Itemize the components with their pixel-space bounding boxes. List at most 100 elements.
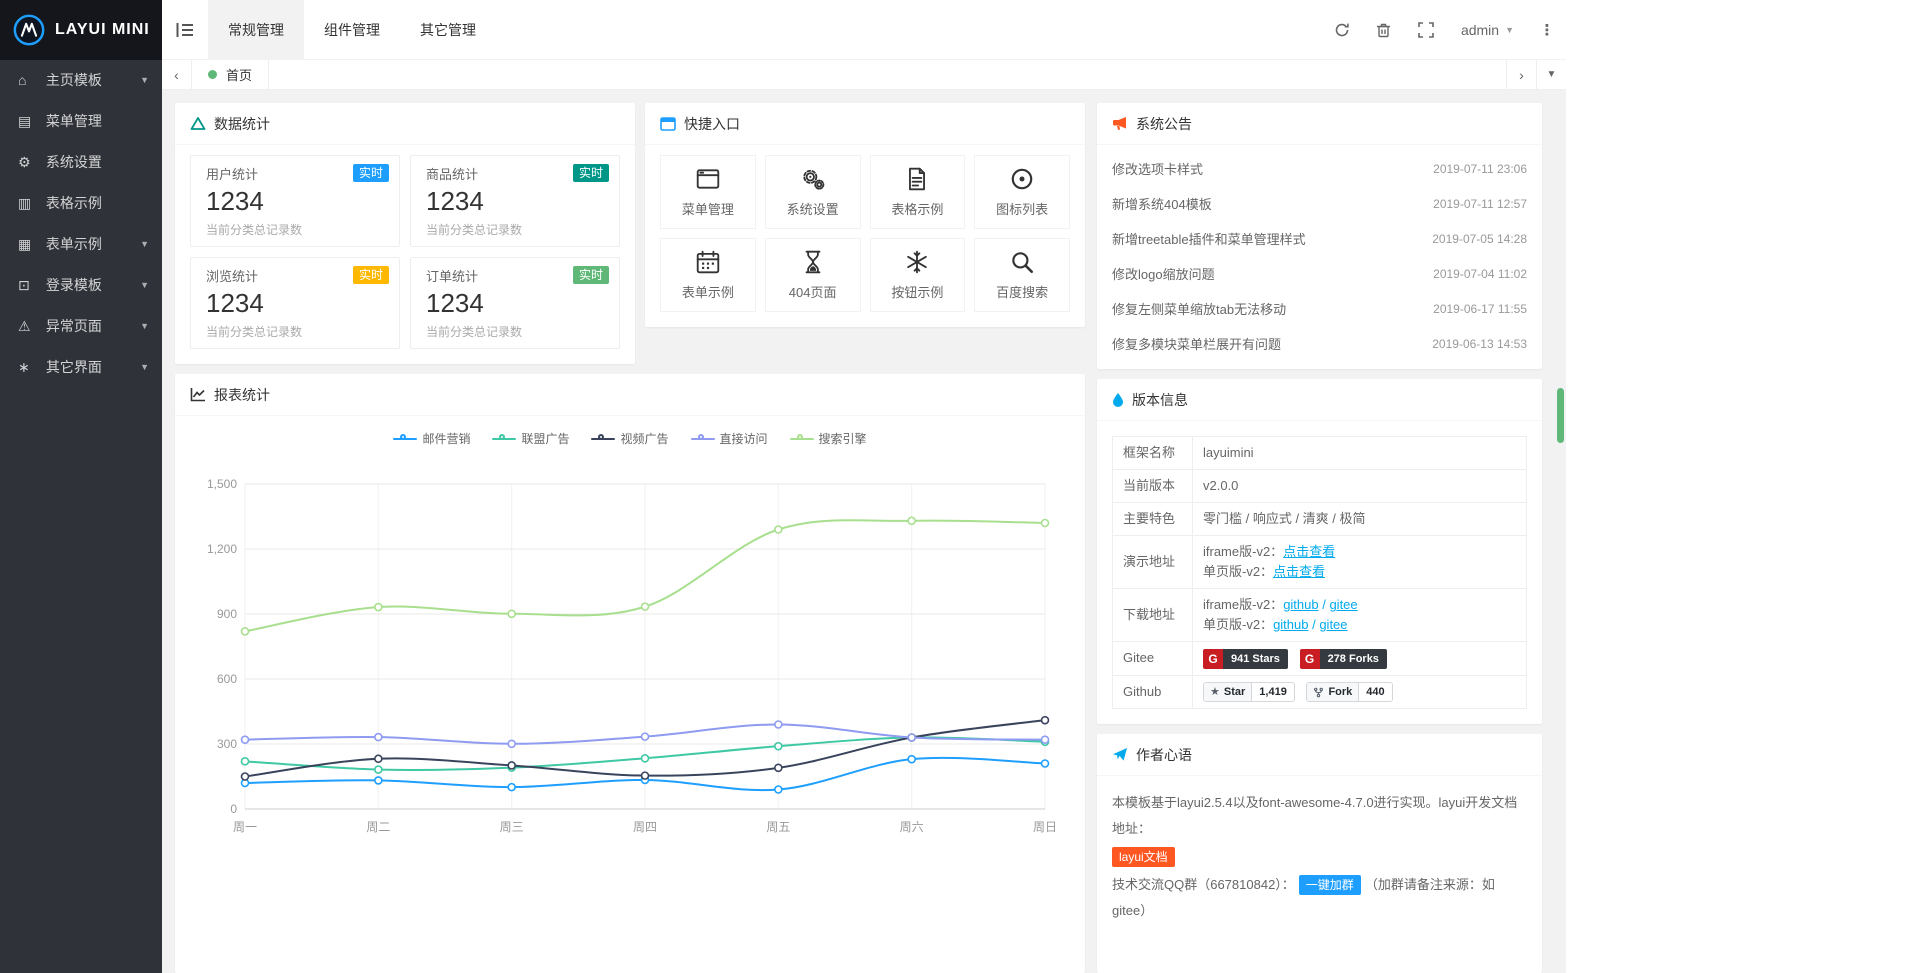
header-actions: admin ▼ ⋮ [1321, 0, 1566, 59]
svg-text:周五: 周五 [766, 820, 790, 834]
user-menu[interactable]: admin ▼ [1447, 0, 1528, 59]
stat-box-orders[interactable]: 订单统计 1234 当前分类总记录数 实时 [410, 257, 620, 349]
fullscreen-button[interactable] [1405, 0, 1447, 59]
stat-value: 1234 [206, 186, 384, 217]
more-menu-button[interactable]: ⋮ [1528, 0, 1566, 59]
card-title: 版本信息 [1132, 390, 1188, 410]
announcement-item[interactable]: 修改logo缩放问题 2019-07-04 11:02 [1112, 256, 1527, 291]
download-iframe-github-link[interactable]: github [1283, 597, 1318, 612]
sidebar-item-menu-management[interactable]: ▤ 菜单管理 [0, 101, 162, 142]
stat-box-products[interactable]: 商品统计 1234 当前分类总记录数 实时 [410, 155, 620, 247]
announcement-item[interactable]: 修复左侧菜单缩放tab无法移动 2019-06-17 11:55 [1112, 291, 1527, 326]
sidebar-item-system-settings[interactable]: ⚙ 系统设置 [0, 142, 162, 183]
top-row: 数据统计 用户统计 1234 当前分类总记录数 实时 商品统计 1234 当前分… [175, 103, 1085, 364]
sidebar-toggle-button[interactable] [162, 0, 208, 59]
header-tab-regular[interactable]: 常规管理 [208, 0, 304, 59]
header-tab-other[interactable]: 其它管理 [400, 0, 496, 59]
stat-box-views[interactable]: 浏览统计 1234 当前分类总记录数 实时 [190, 257, 400, 349]
version-table-wrap: 框架名称 layuimini 当前版本 v2.0.0 主要特色 零门槛 / 响应… [1097, 421, 1542, 724]
github-star-badge[interactable]: ★Star 1,419 [1203, 682, 1295, 702]
tabs-menu-button[interactable]: ▼ [1536, 60, 1566, 89]
quick-entry-form[interactable]: 表单示例 [660, 238, 756, 312]
svg-text:周六: 周六 [900, 820, 924, 834]
hourglass-icon [800, 249, 826, 275]
svg-text:600: 600 [217, 672, 237, 686]
github-star-count: 1,419 [1252, 683, 1294, 701]
demo-line2-prefix: 单页版-v2： [1203, 564, 1273, 579]
framework-name-value: layuimini [1193, 437, 1527, 470]
scrollbar-thumb[interactable] [1557, 388, 1564, 443]
scrollbar-track[interactable] [1557, 90, 1565, 973]
quick-grid: 菜单管理 系统设置 [645, 145, 1085, 327]
quick-entry-404[interactable]: 404页面 [765, 238, 861, 312]
tabs-scroll-left-button[interactable]: ‹ [162, 60, 192, 89]
stat-box-users[interactable]: 用户统计 1234 当前分类总记录数 实时 [190, 155, 400, 247]
layui-docs-badge[interactable]: layui文档 [1112, 847, 1175, 867]
legend-label: 视频广告 [620, 430, 668, 447]
quick-entry-buttons[interactable]: 按钮示例 [870, 238, 966, 312]
search-icon [1009, 249, 1035, 275]
table-row: Gitee G 941 Stars G 278 Forks [1113, 642, 1527, 676]
download-iframe-gitee-link[interactable]: gitee [1329, 597, 1357, 612]
gitee-logo: G [1300, 649, 1320, 669]
sidebar-item-error-pages[interactable]: ⚠ 异常页面 ▼ [0, 306, 162, 347]
quick-entry-menu[interactable]: 菜单管理 [660, 155, 756, 229]
logo[interactable]: LAYUI MINI [0, 0, 162, 60]
clear-cache-button[interactable] [1363, 0, 1405, 59]
demo-iframe-link[interactable]: 点击查看 [1283, 544, 1335, 559]
legend-item-affiliate[interactable]: 联盟广告 [492, 430, 569, 447]
gitee-stars-badge[interactable]: G 941 Stars [1203, 649, 1288, 669]
sidebar-item-home-template[interactable]: ⌂ 主页模板 ▼ [0, 60, 162, 101]
announcement-text: 修改选项卡样式 [1112, 159, 1203, 178]
sidebar-item-table-example[interactable]: ▥ 表格示例 [0, 183, 162, 224]
row-label: Github [1113, 675, 1193, 709]
stats-card: 数据统计 用户统计 1234 当前分类总记录数 实时 商品统计 1234 当前分… [175, 103, 635, 364]
refresh-button[interactable] [1321, 0, 1363, 59]
download-spa-g itee-link[interactable]: gitee [1319, 617, 1347, 632]
quick-label: 菜单管理 [682, 199, 734, 218]
announcement-item[interactable]: 新增系统404模板 2019-07-11 12:57 [1112, 186, 1527, 221]
quick-entry-table[interactable]: 表格示例 [870, 155, 966, 229]
droplet-icon [1112, 392, 1124, 407]
quick-entry-baidu-search[interactable]: 百度搜索 [974, 238, 1070, 312]
legend-label: 搜索引擎 [819, 430, 867, 447]
svg-text:0: 0 [230, 802, 237, 816]
quick-entry-settings[interactable]: 系统设置 [765, 155, 861, 229]
card-title: 系统公告 [1136, 114, 1192, 134]
chevron-down-icon: ▼ [140, 306, 149, 347]
menu-icon: ▤ [18, 101, 42, 142]
announcement-item[interactable]: 新增treetable插件和菜单管理样式 2019-07-05 14:28 [1112, 221, 1527, 256]
report-card-header: 报表统计 [175, 374, 1085, 416]
quick-entry-icons[interactable]: 图标列表 [974, 155, 1070, 229]
tabs-scroll-right-button[interactable]: › [1506, 60, 1536, 89]
legend-item-direct[interactable]: 直接访问 [691, 430, 768, 447]
version-card: 版本信息 框架名称 layuimini 当前版本 v2.0.0 主要特色 [1097, 379, 1542, 724]
sidebar-item-login-template[interactable]: ⊡ 登录模板 ▼ [0, 265, 162, 306]
gitee-logo: G [1203, 649, 1223, 669]
gitee-forks-badge[interactable]: G 278 Forks [1300, 649, 1387, 669]
demo-spa-link[interactable]: 点击查看 [1273, 564, 1325, 579]
announcement-item[interactable]: 修复多模块菜单栏展开有问题 2019-06-13 14:53 [1112, 326, 1527, 361]
report-line-chart: 周一周二周三周四周五周六周日03006009001,2001,500 [190, 449, 1070, 844]
header-tab-components[interactable]: 组件管理 [304, 0, 400, 59]
table-row: Github ★Star 1,419 [1113, 675, 1527, 709]
github-fork-badge[interactable]: Fork 440 [1306, 682, 1392, 702]
chevron-down-icon: ▼ [1505, 25, 1514, 35]
download-spa-github-link[interactable]: github [1273, 617, 1308, 632]
file-icon [904, 166, 930, 192]
svg-text:周日: 周日 [1033, 820, 1057, 834]
legend-item-email[interactable]: 邮件营销 [393, 430, 470, 447]
sidebar-item-form-example[interactable]: ▦ 表单示例 ▼ [0, 224, 162, 265]
join-qq-group-badge[interactable]: 一键加群 [1299, 875, 1361, 895]
announcement-text: 修改logo缩放问题 [1112, 264, 1215, 283]
sidebar-item-other-ui[interactable]: ∗ 其它界面 ▼ [0, 347, 162, 388]
snowflake-icon [904, 249, 930, 275]
gear-icon: ⚙ [18, 142, 42, 183]
tab-home[interactable]: 首页 [192, 60, 269, 89]
legend-item-search-engine[interactable]: 搜索引擎 [790, 430, 867, 447]
stat-value: 1234 [426, 186, 604, 217]
announcement-item[interactable]: 修改选项卡样式 2019-07-11 23:06 [1112, 151, 1527, 186]
legend-item-video[interactable]: 视频广告 [591, 430, 668, 447]
table-row: 下载地址 iframe版-v2：github / gitee 单页版-v2：gi… [1113, 589, 1527, 642]
realtime-badge: 实时 [573, 266, 609, 284]
